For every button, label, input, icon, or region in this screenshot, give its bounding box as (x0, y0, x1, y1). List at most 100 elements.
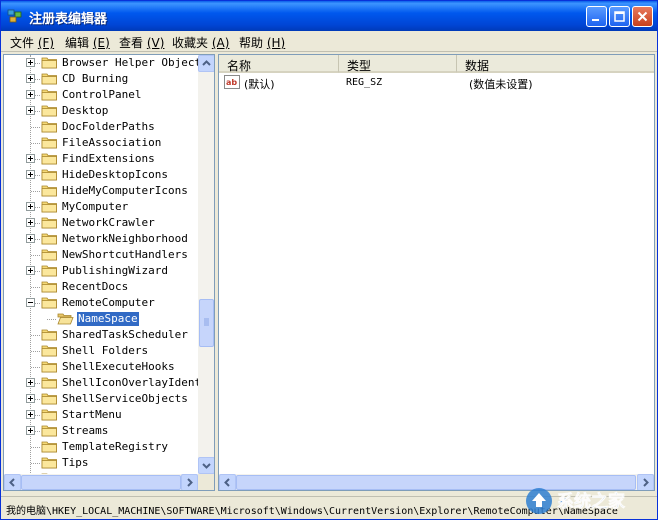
tree-item[interactable]: RecentDocs (4, 279, 196, 295)
folder-icon (41, 409, 57, 421)
scroll-left-button[interactable] (4, 474, 21, 490)
folder-icon (41, 425, 57, 437)
tree-vertical-scrollbar[interactable] (198, 55, 214, 474)
tree-item-label: Browser Helper Objects (62, 56, 208, 69)
registry-editor-icon (7, 9, 22, 23)
maximize-button[interactable] (609, 6, 630, 27)
column-header-name[interactable]: 名称 (219, 55, 339, 73)
registry-key-tree[interactable]: Browser Helper Objects CD Burning ControlP… (3, 54, 215, 491)
column-header-data[interactable]: 数据 (457, 55, 654, 73)
tree-item[interactable]: Shell Folders (4, 343, 196, 359)
close-icon (637, 11, 648, 22)
scroll-down-button[interactable] (198, 457, 214, 474)
minimize-button[interactable] (586, 6, 607, 27)
tree-item[interactable]: NameSpace (4, 311, 196, 327)
chevron-up-icon (202, 60, 211, 66)
tree-item[interactable]: ShellIconOverlayIdenti (4, 375, 208, 391)
tree-item-label: FileAssociation (62, 136, 162, 149)
svg-text:系统之家: 系统之家 (557, 491, 625, 512)
expand-icon[interactable] (26, 378, 35, 387)
menu-view[interactable]: 查看 (V) (119, 34, 164, 51)
expand-icon[interactable] (26, 410, 35, 419)
tree-item[interactable]: HideMyComputerIcons (4, 183, 196, 199)
tree-item-label: ControlPanel (62, 88, 142, 101)
title-bar[interactable]: 注册表编辑器 (1, 1, 657, 31)
chevron-right-icon (187, 478, 193, 487)
expand-icon[interactable] (26, 74, 35, 83)
folder-icon (41, 121, 57, 133)
tree-item-label: NameSpace (77, 312, 139, 326)
tree-item[interactable]: ShellServiceObjects (4, 391, 196, 407)
expand-icon[interactable] (26, 266, 35, 275)
folder-icon (41, 249, 57, 261)
expand-icon[interactable] (26, 218, 35, 227)
expand-icon[interactable] (26, 234, 35, 243)
tree-item-label: SharedTaskScheduler (62, 328, 188, 341)
expand-icon[interactable] (26, 202, 35, 211)
tree-connector-line (31, 143, 40, 145)
tree-item-label: Tips (62, 456, 89, 469)
tree-item[interactable]: ShellExecuteHooks (4, 359, 196, 375)
tree-item-label: HideDesktopIcons (62, 168, 168, 181)
tree-item[interactable]: FileAssociation (4, 135, 196, 151)
tree-item[interactable]: MyComputer (4, 199, 196, 215)
list-scroll-left-button[interactable] (219, 474, 236, 490)
expand-icon[interactable] (26, 394, 35, 403)
tree-item[interactable]: PublishingWizard (4, 263, 196, 279)
string-value-icon: ab (224, 75, 240, 89)
tree-connector-line (31, 127, 40, 129)
scroll-up-button[interactable] (198, 55, 214, 72)
tree-item-label: StartMenu (62, 408, 122, 421)
folder-icon (41, 329, 57, 341)
tree-scroll-thumb[interactable] (199, 299, 214, 347)
tree-item[interactable]: NewShortcutHandlers (4, 247, 196, 263)
folder-icon (41, 73, 57, 85)
tree-item-label: NetworkCrawler (62, 216, 155, 229)
tree-item-label: RecentDocs (62, 280, 129, 293)
tree-item[interactable]: RemoteComputer (4, 295, 196, 311)
maximize-icon (614, 11, 625, 22)
folder-icon (41, 137, 57, 149)
expand-icon[interactable] (26, 170, 35, 179)
expand-icon[interactable] (26, 90, 35, 99)
close-button[interactable] (632, 6, 653, 27)
folder-icon (41, 217, 57, 229)
collapse-icon[interactable] (26, 298, 35, 307)
folder-icon (41, 441, 57, 453)
expand-icon[interactable] (26, 106, 35, 115)
tree-item-label: NewShortcutHandlers (62, 248, 188, 261)
expand-icon[interactable] (26, 426, 35, 435)
tree-horizontal-scrollbar[interactable] (4, 474, 198, 490)
column-header-type[interactable]: 类型 (339, 55, 457, 73)
tree-hscroll-thumb[interactable] (21, 475, 181, 490)
tree-item[interactable]: Streams (4, 423, 196, 439)
expand-icon[interactable] (26, 58, 35, 67)
tree-item[interactable]: Browser Helper Objects (4, 55, 208, 71)
tree-item[interactable]: NetworkCrawler (4, 215, 196, 231)
tree-connector-line (31, 287, 40, 289)
tree-item[interactable]: HideDesktopIcons (4, 167, 196, 183)
tree-item[interactable]: CD Burning (4, 71, 196, 87)
tree-item[interactable]: Tips (4, 455, 196, 471)
value-name[interactable]: (默认) (244, 76, 275, 92)
tree-item[interactable]: NetworkNeighborhood (4, 231, 196, 247)
menu-file[interactable]: 文件 (F) (10, 34, 54, 51)
tree-item[interactable]: FindExtensions (4, 151, 196, 167)
tree-item[interactable]: DocFolderPaths (4, 119, 196, 135)
tree-item[interactable]: SharedTaskScheduler (4, 327, 196, 343)
tree-item-label: ShellIconOverlayIdenti (62, 376, 208, 389)
menu-edit[interactable]: 编辑 (E) (65, 34, 110, 51)
value-list[interactable]: 名称 类型 数据 ab (默认) REG_SZ (数值未设置) (218, 54, 655, 491)
value-data: (数值未设置) (469, 78, 533, 91)
menu-help[interactable]: 帮助 (H) (239, 34, 285, 51)
tree-item[interactable]: StartMenu (4, 407, 196, 423)
tree-item-label: DocFolderPaths (62, 120, 155, 133)
expand-icon[interactable] (26, 154, 35, 163)
tree-item[interactable]: ControlPanel (4, 87, 196, 103)
menu-favorites[interactable]: 收藏夹 (A) (172, 34, 229, 51)
tree-connector-line (31, 191, 40, 193)
scroll-right-button[interactable] (181, 474, 198, 490)
tree-item[interactable]: TemplateRegistry (4, 439, 196, 455)
grip-icon (204, 318, 209, 326)
tree-item[interactable]: Desktop (4, 103, 196, 119)
